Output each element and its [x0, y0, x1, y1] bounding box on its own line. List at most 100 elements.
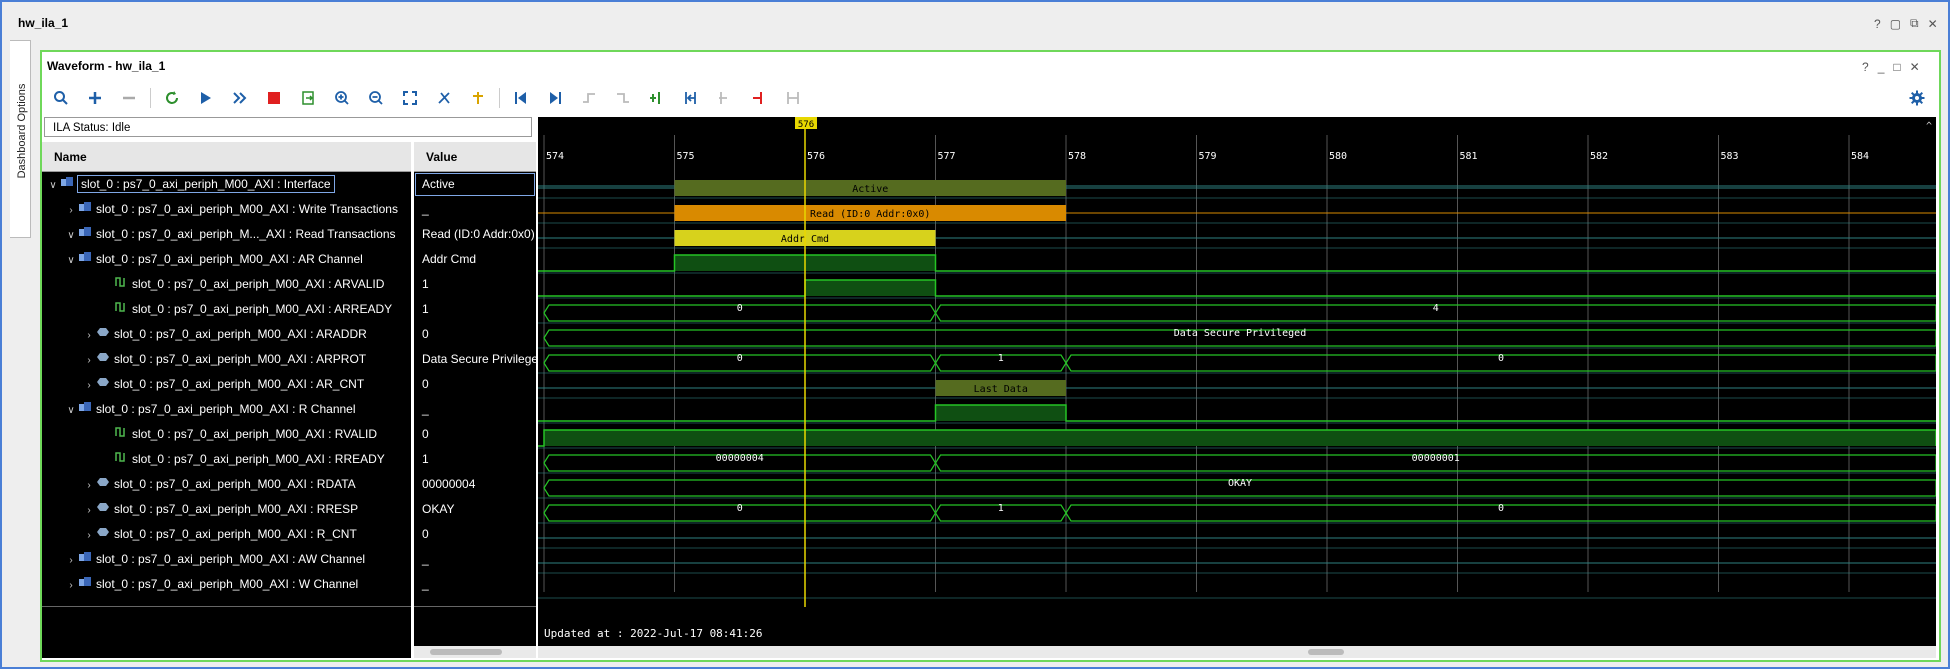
search-icon[interactable]: [50, 87, 72, 109]
signal-row[interactable]: › slot_0 : ps7_0_axi_periph_M00_AXI : RRE…: [42, 497, 358, 522]
export-icon[interactable]: [297, 87, 319, 109]
close-icon[interactable]: ✕: [1928, 17, 1938, 31]
prev-transition-icon[interactable]: [578, 87, 600, 109]
zoom-in-icon[interactable]: [331, 87, 353, 109]
signal-name: slot_0 : ps7_0_axi_periph_M00_AXI : R_CN…: [114, 527, 357, 541]
signal-row[interactable]: › slot_0 : ps7_0_axi_periph_M00_AXI : AR_…: [42, 372, 364, 397]
bit-signal-icon: [114, 422, 128, 447]
chevron-right-icon[interactable]: ›: [82, 348, 96, 373]
chevron-down-icon[interactable]: ∨: [46, 173, 60, 198]
signal-name: slot_0 : ps7_0_axi_periph_M..._AXI : Rea…: [96, 227, 396, 241]
signal-row[interactable]: › slot_0 : ps7_0_axi_periph_M00_AXI : RDA…: [42, 472, 355, 498]
bus-icon: [78, 247, 92, 272]
run-immediate-icon[interactable]: [229, 87, 251, 109]
signal-value: 0: [422, 427, 429, 441]
chevron-down-icon[interactable]: ∨: [64, 248, 78, 273]
marker-icon[interactable]: [467, 87, 489, 109]
chevron-right-icon[interactable]: ›: [64, 198, 78, 223]
signal-name: slot_0 : ps7_0_axi_periph_M00_AXI : AR_C…: [114, 377, 365, 391]
chevron-right-icon[interactable]: ›: [64, 548, 78, 573]
go-to-end-icon[interactable]: [544, 87, 566, 109]
signal-row[interactable]: › slot_0 : ps7_0_axi_periph_M00_AXI : AW …: [42, 547, 365, 572]
signal-row[interactable]: slot_0 : ps7_0_axi_periph_M00_AXI : ARRE…: [42, 297, 392, 322]
signal-name: slot_0 : ps7_0_axi_periph_M00_AXI : ARVA…: [132, 277, 385, 291]
vector-icon: [96, 322, 110, 347]
prev-marker-icon[interactable]: [680, 87, 702, 109]
signal-value: Addr Cmd: [422, 252, 477, 266]
go-to-start-icon[interactable]: [510, 87, 532, 109]
run-trigger-icon[interactable]: [195, 87, 217, 109]
dashboard-options-tab[interactable]: Dashboard Options: [10, 40, 31, 238]
time-tick-label: 584: [1851, 151, 1869, 162]
signal-value: 1: [422, 452, 429, 466]
signal-name: slot_0 : ps7_0_axi_periph_M00_AXI : Writ…: [96, 202, 398, 216]
signal-value: 0: [422, 327, 429, 341]
signal-row[interactable]: slot_0 : ps7_0_axi_periph_M00_AXI : RVAL…: [42, 422, 377, 447]
signal-row[interactable]: › slot_0 : ps7_0_axi_periph_M00_AXI : R_C…: [42, 522, 357, 548]
signal-value: 1: [422, 277, 429, 291]
float-icon[interactable]: ⧉: [1910, 16, 1919, 31]
signal-name: slot_0 : ps7_0_axi_periph_M00_AXI : R Ch…: [96, 402, 356, 416]
close-icon[interactable]: ✕: [1910, 60, 1920, 74]
minimize-icon[interactable]: ▢: [1890, 17, 1901, 31]
swap-cursor-icon[interactable]: [748, 87, 770, 109]
waveform-svg[interactable]: 574 575 576 577 578 579 580 581 582 583 584 Active R…: [538, 117, 1936, 649]
help-icon[interactable]: ?: [1874, 17, 1881, 31]
rows-divider: [414, 606, 536, 607]
bit-high-fill: [805, 280, 936, 296]
bit-waveform: [538, 279, 1936, 297]
add-marker-icon[interactable]: [646, 87, 668, 109]
chevron-down-icon[interactable]: ∨: [64, 223, 78, 248]
time-tick-label: 583: [1721, 151, 1739, 162]
ila-status: ILA Status: Idle: [44, 117, 532, 137]
updated-at-label: Updated at : 2022-Jul-17 08:41:26: [544, 627, 763, 640]
maximize-icon[interactable]: □: [1893, 60, 1900, 74]
waveform-canvas[interactable]: 574 575 576 577 578 579 580 581 582 583 584 Active R…: [538, 117, 1936, 649]
cursor-icon[interactable]: [433, 87, 455, 109]
chevron-right-icon[interactable]: ›: [82, 323, 96, 348]
vector-segment-label: 0: [1498, 353, 1504, 364]
signal-value: _: [422, 402, 429, 416]
zoom-out-icon[interactable]: [365, 87, 387, 109]
signal-row[interactable]: › slot_0 : ps7_0_axi_periph_M00_AXI : W C…: [42, 572, 358, 597]
add-icon[interactable]: [84, 87, 106, 109]
signal-row[interactable]: slot_0 : ps7_0_axi_periph_M00_AXI : ARVA…: [42, 272, 384, 297]
next-marker-icon[interactable]: [714, 87, 736, 109]
signal-row[interactable]: ∨ slot_0 : ps7_0_axi_periph_M..._AXI : Re…: [42, 222, 396, 248]
chevron-right-icon[interactable]: ›: [82, 498, 96, 523]
signal-row[interactable]: slot_0 : ps7_0_axi_periph_M00_AXI : RREA…: [42, 447, 385, 472]
chevron-right-icon[interactable]: ›: [82, 373, 96, 398]
chevron-right-icon[interactable]: ›: [82, 523, 96, 548]
name-column-header[interactable]: Name: [42, 142, 411, 172]
signal-row[interactable]: › slot_0 : ps7_0_axi_periph_M00_AXI : Wri…: [42, 197, 398, 222]
signal-row[interactable]: ∨ slot_0 : ps7_0_axi_periph_M00_AXI : R C…: [42, 397, 356, 423]
remove-icon[interactable]: [118, 87, 140, 109]
zoom-fit-icon[interactable]: [399, 87, 421, 109]
signal-row[interactable]: ∨ slot_0 : ps7_0_axi_periph_M00_AXI : AR …: [42, 247, 363, 272]
vector-icon: [96, 472, 110, 497]
vector-segment-label: 1: [998, 353, 1004, 364]
signal-row[interactable]: ∨ slot_0 : ps7_0_axi_periph_M00_AXI : Int…: [42, 172, 335, 198]
next-transition-icon[interactable]: [612, 87, 634, 109]
chevron-right-icon[interactable]: ›: [82, 473, 96, 498]
stop-icon[interactable]: [263, 87, 285, 109]
refresh-icon[interactable]: [161, 87, 183, 109]
scrollbar-thumb[interactable]: [430, 649, 502, 655]
time-tick-label: 575: [677, 151, 695, 162]
signal-name: slot_0 : ps7_0_axi_periph_M00_AXI : RRES…: [114, 502, 359, 516]
chevron-right-icon[interactable]: ›: [64, 573, 78, 598]
gear-icon[interactable]: [1906, 87, 1928, 109]
bit-signal-icon: [114, 272, 128, 297]
waveform-horizontal-scrollbar[interactable]: [538, 646, 1936, 658]
chevron-down-icon[interactable]: ∨: [64, 398, 78, 423]
bus-icon: [78, 397, 92, 422]
signal-row[interactable]: › slot_0 : ps7_0_axi_periph_M00_AXI : ARP…: [42, 347, 366, 372]
value-column-header[interactable]: Value: [414, 142, 536, 172]
minimize-icon[interactable]: _: [1878, 60, 1885, 74]
scrollbar-thumb[interactable]: [1308, 649, 1344, 655]
expand-icon[interactable]: [782, 87, 804, 109]
help-icon[interactable]: ?: [1862, 60, 1869, 74]
bus-icon: [60, 172, 74, 197]
signal-row[interactable]: › slot_0 : ps7_0_axi_periph_M00_AXI : ARA…: [42, 322, 366, 348]
value-horizontal-scrollbar[interactable]: [414, 646, 536, 658]
